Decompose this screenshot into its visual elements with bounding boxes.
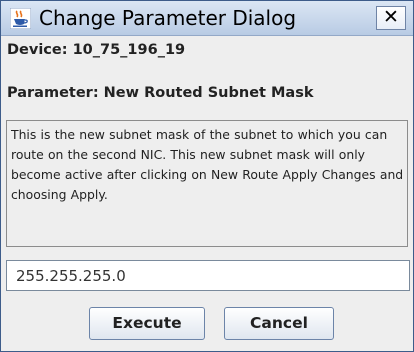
parameter-value-input[interactable]: [6, 260, 410, 291]
java-coffee-cup-icon: [9, 7, 32, 30]
close-icon: ✕: [383, 6, 399, 28]
cancel-button[interactable]: Cancel: [224, 307, 334, 340]
device-label: Device: 10_75_196_19: [7, 42, 186, 58]
window-title: Change Parameter Dialog: [39, 6, 297, 30]
parameter-label: Parameter: New Routed Subnet Mask: [7, 85, 314, 101]
title-bar[interactable]: Change Parameter Dialog ✕: [1, 1, 413, 36]
close-button[interactable]: ✕: [376, 6, 406, 30]
execute-button[interactable]: Execute: [89, 307, 205, 340]
description-box: This is the new subnet mask of the subne…: [6, 120, 408, 247]
description-text: This is the new subnet mask of the subne…: [11, 127, 404, 202]
change-parameter-dialog: Change Parameter Dialog ✕ Device: 10_75_…: [0, 0, 414, 352]
